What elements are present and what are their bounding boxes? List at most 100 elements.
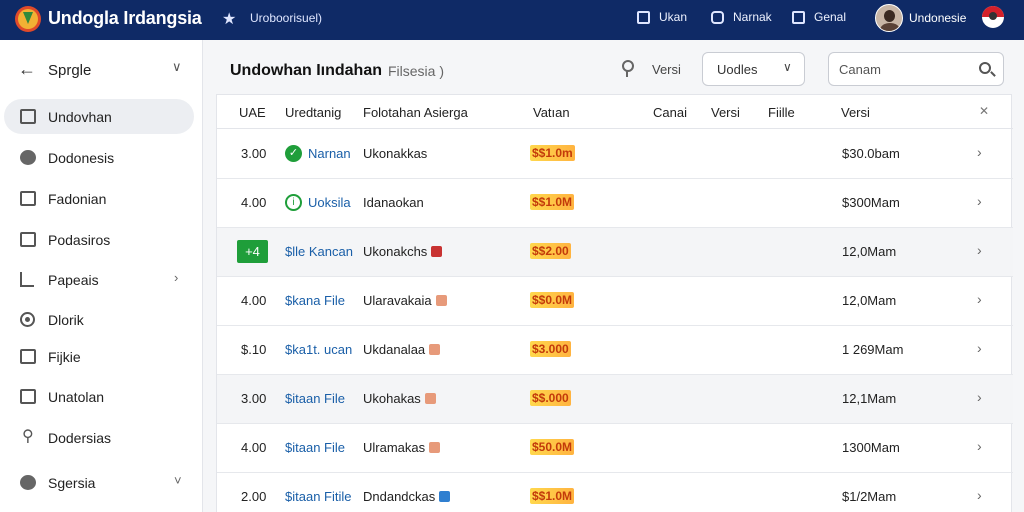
edit-icon bbox=[792, 10, 805, 24]
row-badge: +4 bbox=[237, 240, 268, 263]
row-name-link[interactable]: Uoksila bbox=[308, 195, 351, 210]
version-select-value: Uodles bbox=[717, 62, 758, 77]
column-header[interactable]: Folotahan Asierga bbox=[363, 105, 468, 120]
row-size: 12,1Mam bbox=[842, 391, 897, 406]
back-arrow-icon[interactable]: ← bbox=[18, 59, 36, 80]
page-title: Undowhan Iındahan bbox=[230, 62, 382, 79]
row-name-link[interactable]: $itaan Fitile bbox=[285, 489, 351, 504]
column-header[interactable]: Versi bbox=[841, 105, 870, 120]
topbar-item-ukan[interactable]: Ukan bbox=[637, 10, 687, 24]
topbar-item-label: Narnak bbox=[733, 10, 772, 24]
search-box[interactable] bbox=[828, 52, 1004, 86]
row-number: 3.00 bbox=[241, 391, 267, 406]
chevron-right-icon[interactable]: › bbox=[977, 242, 982, 258]
column-header[interactable]: Canai bbox=[653, 105, 687, 120]
version-select[interactable]: Uodles ∨ bbox=[702, 52, 805, 86]
row-number: 3.00 bbox=[241, 146, 267, 161]
chevron-right-icon[interactable]: › bbox=[977, 389, 982, 405]
search-input[interactable] bbox=[839, 58, 969, 80]
sidebar-item-fijkie[interactable]: Fijkie bbox=[4, 339, 194, 374]
table-row[interactable]: 4.00 $kana File Ularavakaia $$0.0M 12,0M… bbox=[217, 277, 1013, 326]
column-header[interactable]: Versi bbox=[711, 105, 740, 120]
chevron-right-icon[interactable]: › bbox=[977, 193, 982, 209]
row-number: 4.00 bbox=[241, 293, 267, 308]
tag-icon bbox=[429, 344, 441, 355]
row-number: $.10 bbox=[241, 342, 267, 357]
row-description: Ukdanalaa bbox=[363, 342, 441, 357]
chevron-right-icon[interactable]: › bbox=[174, 270, 178, 285]
column-header[interactable]: UAE bbox=[239, 105, 266, 120]
search-icon[interactable] bbox=[979, 62, 991, 74]
table-row[interactable]: 3.00 $itaan File Ukohakas $$.000 12,1Mam… bbox=[217, 375, 1013, 424]
topbar-item-genal[interactable]: Genal bbox=[792, 10, 846, 24]
row-description: Ularavakaia bbox=[363, 293, 447, 308]
table-row[interactable]: +4 $lle Kancan Ukonakchs $$2.00 12,0Mam … bbox=[217, 228, 1013, 277]
column-header[interactable]: Vatıan bbox=[533, 105, 570, 120]
user-avatar[interactable] bbox=[875, 4, 903, 32]
row-size: 1300Mam bbox=[842, 440, 900, 455]
app-subtitle: Uroboorisuel) bbox=[250, 11, 323, 25]
row-price: $$2.00 bbox=[530, 243, 571, 259]
row-name-link[interactable]: $itaan File bbox=[285, 391, 345, 406]
chevron-right-icon[interactable]: › bbox=[977, 340, 982, 356]
row-description: Dndandckas bbox=[363, 489, 451, 504]
table-row[interactable]: $.10 $ka1t. ucan Ukdanalaa $3.000 1 269M… bbox=[217, 326, 1013, 375]
sidebar-item-dlorik[interactable]: Dlorik bbox=[4, 302, 194, 337]
briefcase-icon bbox=[20, 232, 36, 247]
row-price: $$1.0m bbox=[530, 145, 575, 161]
row-name-link[interactable]: $itaan File bbox=[285, 440, 345, 455]
location-pin-icon[interactable] bbox=[622, 60, 634, 77]
row-price: $50.0M bbox=[530, 439, 575, 455]
row-description: Ukonakchs bbox=[363, 244, 443, 259]
row-description-text: Ulramakas bbox=[363, 440, 426, 455]
row-name-link[interactable]: $lle Kancan bbox=[285, 244, 353, 259]
sidebar-item-dodonesis[interactable]: Dodonesis bbox=[4, 140, 194, 175]
folder-icon bbox=[20, 349, 36, 364]
mail-icon bbox=[711, 10, 724, 24]
chevron-right-icon[interactable]: › bbox=[977, 291, 982, 307]
sidebar-item-dodersias[interactable]: ⚲ Dodersias bbox=[4, 420, 194, 455]
chevron-down-icon[interactable]: ∨ bbox=[172, 59, 182, 75]
row-size: $30.0bam bbox=[842, 146, 900, 161]
row-description: Ukonakkas bbox=[363, 146, 428, 161]
chevron-right-icon[interactable]: › bbox=[977, 487, 982, 503]
table-row[interactable]: 2.00 $itaan Fitile Dndandckas $$1.0M $1/… bbox=[217, 473, 1013, 512]
tag-icon bbox=[429, 442, 441, 453]
topbar-item-narnak[interactable]: Narnak bbox=[711, 10, 772, 24]
close-icon[interactable]: ✕ bbox=[979, 104, 989, 118]
sidebar-item-unatolan[interactable]: Unatolan bbox=[4, 379, 194, 414]
column-header[interactable]: Uredtanig bbox=[285, 105, 341, 120]
chevron-right-icon[interactable]: › bbox=[977, 438, 982, 454]
user-name[interactable]: Undonesie bbox=[909, 11, 966, 25]
table-row[interactable]: 4.00 $itaan File Ulramakas $50.0M 1300Ma… bbox=[217, 424, 1013, 473]
row-name-link[interactable]: $ka1t. ucan bbox=[285, 342, 352, 357]
sidebar-header[interactable]: ← Sprgle ∨ bbox=[0, 56, 203, 84]
sidebar-item-label: Undovhan bbox=[48, 109, 112, 125]
sidebar-item-label: Podasiros bbox=[48, 232, 111, 248]
sidebar-item-undovhan[interactable]: Undovhan bbox=[4, 99, 194, 134]
table-row[interactable]: 4.00 i Uoksila Idanaokan $$1.0M $300Mam … bbox=[217, 179, 1013, 228]
window-icon bbox=[20, 191, 36, 206]
data-table: UAE Uredtanig Folotahan Asierga Vatıan C… bbox=[216, 94, 1013, 512]
document-icon bbox=[20, 389, 36, 404]
star-icon[interactable]: ★ bbox=[222, 9, 236, 29]
row-description-text: Dndandckas bbox=[363, 489, 436, 504]
column-header[interactable]: Fiille bbox=[768, 105, 795, 120]
row-name-link[interactable]: $kana File bbox=[285, 293, 345, 308]
sidebar-item-papeais[interactable]: Papeais › bbox=[4, 262, 194, 297]
language-flag-icon[interactable] bbox=[982, 6, 1004, 28]
table-row[interactable]: 3.00 ✓ Narnan Ukonakkas $$1.0m $30.0bam … bbox=[217, 130, 1013, 179]
chevron-down-icon[interactable]: ˅ bbox=[174, 473, 182, 488]
chevron-right-icon[interactable]: › bbox=[977, 144, 982, 160]
sidebar-item-fadonian[interactable]: Fadonian bbox=[4, 181, 194, 216]
checkbox-icon[interactable] bbox=[439, 491, 451, 502]
row-description-text: Ularavakaia bbox=[363, 293, 432, 308]
row-number: 4.00 bbox=[241, 195, 267, 210]
row-description-text: Ukohakas bbox=[363, 391, 421, 406]
row-price: $$1.0M bbox=[530, 194, 575, 210]
sidebar-item-sgersia[interactable]: Sgersia ˅ bbox=[4, 465, 194, 500]
row-name-link[interactable]: Narnan bbox=[308, 146, 351, 161]
row-description-text: Ukonakchs bbox=[363, 244, 428, 259]
app-logo-icon[interactable] bbox=[15, 6, 41, 32]
sidebar-item-podasiros[interactable]: Podasiros bbox=[4, 222, 194, 257]
